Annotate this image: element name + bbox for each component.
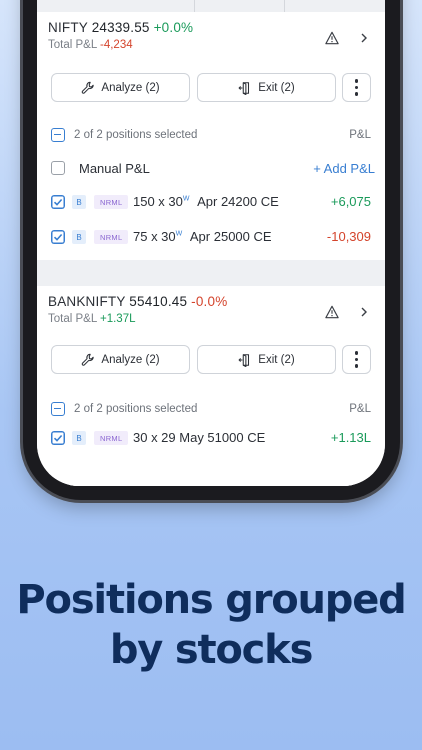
exit-door-icon <box>238 81 250 95</box>
warning-icon[interactable] <box>325 305 339 319</box>
product-badge: NRML <box>94 431 129 445</box>
warning-icon[interactable] <box>325 31 339 45</box>
analyze-button[interactable]: Analyze (2) <box>51 345 190 374</box>
buy-badge: B <box>72 195 86 209</box>
marketing-caption: Positions grouped by stocks <box>0 575 422 675</box>
caption-line-2: by stocks <box>109 627 314 673</box>
position-checkbox[interactable] <box>51 195 65 209</box>
manual-pl-label: Manual P&L <box>79 161 150 176</box>
group-header[interactable]: NIFTY 24339.55 +0.0% Total P&L -4,234 <box>48 20 193 51</box>
add-pl-link[interactable]: + Add P&L <box>313 161 375 176</box>
select-all-checkbox[interactable] <box>51 402 65 416</box>
position-contract[interactable]: 150 x 30W Apr 24200 CE <box>133 194 279 209</box>
total-pl-value: +1.37L <box>100 313 136 325</box>
caption-line-1: Positions grouped <box>16 577 406 623</box>
chevron-right-icon[interactable] <box>359 307 369 317</box>
total-pl-value: -4,234 <box>100 39 133 51</box>
position-group-nifty: NIFTY 24339.55 +0.0% Total P&L -4,234 An… <box>37 12 385 260</box>
total-pl-label: Total P&L <box>48 313 97 325</box>
position-pl: +1.13L <box>330 430 371 445</box>
buy-badge: B <box>72 431 86 445</box>
position-group-banknifty: BANKNIFTY 55410.45 -0.0% Total P&L +1.37… <box>37 286 385 486</box>
symbol-price: 55410.45 <box>129 294 188 309</box>
exit-button[interactable]: Exit (2) <box>197 345 336 374</box>
manual-pl-checkbox[interactable] <box>51 161 65 175</box>
pl-column-header: P&L <box>349 403 371 415</box>
more-options-button[interactable] <box>342 73 371 102</box>
top-tab-strip <box>37 0 385 14</box>
position-checkbox[interactable] <box>51 431 65 445</box>
position-checkbox[interactable] <box>51 230 65 244</box>
select-all-checkbox[interactable] <box>51 128 65 142</box>
chevron-right-icon[interactable] <box>359 33 369 43</box>
selected-count-text: 2 of 2 positions selected <box>74 129 198 141</box>
symbol-change: -0.0% <box>191 294 228 309</box>
more-options-button[interactable] <box>342 345 371 374</box>
buy-badge: B <box>72 230 86 244</box>
position-contract[interactable]: 30 x 29 May 51000 CE <box>133 430 265 445</box>
total-pl-label: Total P&L <box>48 39 97 51</box>
analyze-button[interactable]: Analyze (2) <box>51 73 190 102</box>
wrench-icon <box>82 81 95 94</box>
symbol-name: NIFTY <box>48 20 88 35</box>
position-contract[interactable]: 75 x 30W Apr 25000 CE <box>133 229 272 244</box>
position-pl: -10,309 <box>326 229 371 244</box>
symbol-name: BANKNIFTY <box>48 294 126 309</box>
group-header[interactable]: BANKNIFTY 55410.45 -0.0% Total P&L +1.37… <box>48 294 227 325</box>
pl-column-header: P&L <box>349 129 371 141</box>
wrench-icon <box>82 353 95 366</box>
exit-button[interactable]: Exit (2) <box>197 73 336 102</box>
symbol-price: 24339.55 <box>91 20 150 35</box>
symbol-change: +0.0% <box>153 20 194 35</box>
exit-door-icon <box>238 353 250 367</box>
app-screen: NIFTY 24339.55 +0.0% Total P&L -4,234 An… <box>37 0 385 486</box>
product-badge: NRML <box>94 195 129 209</box>
product-badge: NRML <box>94 230 129 244</box>
bottom-nav-bar <box>37 462 385 486</box>
position-pl: +6,075 <box>330 194 371 209</box>
selected-count-text: 2 of 2 positions selected <box>74 403 198 415</box>
